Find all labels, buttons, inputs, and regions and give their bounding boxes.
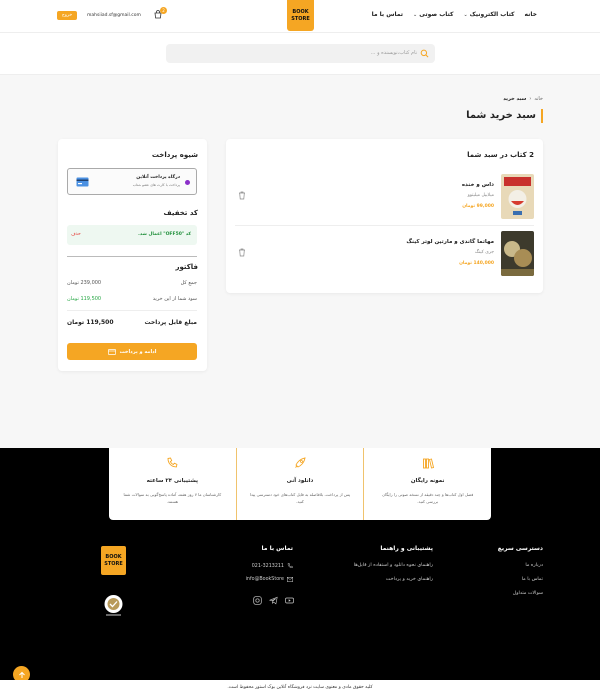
feature-desc: کارشناسان ما ۷ روز هفته، آماده پاسخ‌گویی… bbox=[123, 492, 222, 504]
nav-contact[interactable]: تماس با ما bbox=[372, 11, 403, 18]
mail-icon bbox=[287, 577, 293, 582]
chevron-down-icon: ⌄ bbox=[413, 11, 418, 18]
radio-selected[interactable] bbox=[185, 180, 190, 185]
youtube-icon[interactable] bbox=[285, 596, 294, 605]
search-icon[interactable] bbox=[420, 49, 429, 58]
item-title[interactable]: مهاتما گاندی و مارتین لوتر کینگ bbox=[406, 239, 494, 245]
copyright-bar: کلیه حقوق مادی و معنوی سایت نزد فروشگاه … bbox=[0, 680, 600, 698]
phone-icon bbox=[167, 457, 178, 468]
divider bbox=[67, 310, 197, 311]
saving-label: سود شما از این خرید bbox=[152, 296, 197, 302]
features-panel: نمونه رایگان فصل اول کتاب‌ها و چند دقیقه… bbox=[109, 448, 491, 520]
cart-item: مهاتما گاندی و مارتین لوتر کینگ جری کینگ… bbox=[235, 231, 534, 279]
copyright-text: کلیه حقوق مادی و معنوی سایت نزد فروشگاه … bbox=[227, 685, 373, 690]
search-input[interactable]: نام کتاب،نویسنده و ... bbox=[166, 44, 435, 63]
discount-remove-link[interactable]: حذف bbox=[71, 232, 81, 237]
phone-icon bbox=[287, 563, 293, 569]
credit-card-icon bbox=[76, 177, 89, 187]
feature-desc: فصل اول کتاب‌ها و چند دقیقه از نسخه صوتی… bbox=[382, 492, 474, 504]
subtotal-label: جمع کل bbox=[180, 280, 197, 286]
book-cover-image[interactable] bbox=[501, 231, 534, 276]
payable-value: 119,500 تومان bbox=[67, 319, 114, 326]
payment-card: شیوه پرداخت درگاه پرداخت آنلاین پرداخت ب… bbox=[58, 139, 207, 371]
feature-title: دانلود آنی bbox=[286, 478, 314, 484]
divider bbox=[235, 225, 534, 226]
trust-seal-icon[interactable] bbox=[101, 593, 126, 618]
arrow-up-icon bbox=[18, 671, 25, 678]
feature-support: پشتیبانی ۲۴ ساعته کارشناسان ما ۷ روز هفت… bbox=[109, 448, 236, 520]
discount-applied-text: کد "OFF50" اعمال شد. bbox=[138, 232, 191, 237]
feature-title: پشتیبانی ۲۴ ساعته bbox=[146, 478, 199, 484]
site-footer: نمونه رایگان فصل اول کتاب‌ها و چند دقیقه… bbox=[0, 448, 600, 680]
footer-email: info@BookStore bbox=[246, 577, 293, 582]
rocket-icon bbox=[295, 457, 306, 468]
discount-title: کد تخفیف bbox=[163, 209, 198, 217]
invoice-title: فاکتور bbox=[175, 263, 198, 271]
social-links bbox=[253, 596, 294, 605]
site-header: خانه کتاب الکترونیک ⌄ کتاب صوتی ⌄ تماس با … bbox=[0, 0, 600, 33]
subtotal-value: 239,000 تومان bbox=[67, 280, 102, 286]
payment-title: شیوه پرداخت bbox=[151, 151, 198, 159]
footer-logo[interactable]: BOOK STORE bbox=[101, 546, 126, 575]
breadcrumb: خانه ‹ سبد خرید bbox=[503, 96, 543, 102]
breadcrumb-home[interactable]: خانه bbox=[534, 96, 543, 102]
footer-link-contact[interactable]: تماس با ما bbox=[522, 577, 543, 582]
saving-value: 119,500 تومان bbox=[67, 296, 102, 302]
footer-link-purchase-guide[interactable]: راهنمای خرید و پرداخت bbox=[386, 577, 433, 582]
gateway-subtitle: پرداخت با کارت های عضو شتاب bbox=[132, 183, 180, 187]
breadcrumb-current: سبد خرید bbox=[503, 96, 527, 102]
main-nav: خانه کتاب الکترونیک ⌄ کتاب صوتی ⌄ تماس با … bbox=[372, 11, 537, 18]
nav-home[interactable]: خانه bbox=[525, 11, 537, 18]
checkout-label: ادامه و پرداخت bbox=[119, 348, 157, 355]
item-author: میلاییل میلیتوو bbox=[467, 193, 494, 198]
logout-button[interactable]: خروج bbox=[57, 11, 77, 20]
feature-free-sample: نمونه رایگان فصل اول کتاب‌ها و چند دقیقه… bbox=[363, 448, 491, 520]
feature-desc: پس از پرداخت، بلافاصله به فایل کتاب‌های … bbox=[249, 492, 351, 504]
payable-label: مبلغ قابل پرداخت bbox=[144, 319, 197, 326]
cart-count-badge: 2 bbox=[160, 7, 167, 14]
divider bbox=[67, 256, 197, 257]
telegram-icon[interactable] bbox=[269, 596, 278, 605]
books-icon bbox=[422, 458, 434, 469]
feature-instant-download: دانلود آنی پس از پرداخت، بلافاصله به فای… bbox=[235, 448, 364, 520]
book-cover-image[interactable] bbox=[501, 174, 534, 219]
item-title[interactable]: داس و خنده bbox=[462, 182, 494, 188]
subtotal-row: جمع کل 239,000 تومان bbox=[67, 280, 197, 286]
search-placeholder: نام کتاب،نویسنده و ... bbox=[370, 50, 417, 56]
saving-row: سود شما از این خرید 119,500 تومان bbox=[67, 296, 197, 302]
cart-heading: 2 کتاب در سبد شما bbox=[467, 151, 534, 159]
gateway-title: درگاه پرداخت آنلاین bbox=[136, 175, 180, 180]
footer-link-faq[interactable]: سوالات متداول bbox=[513, 591, 543, 596]
nav-ebooks[interactable]: کتاب الکترونیک ⌄ bbox=[463, 11, 514, 18]
wallet-icon bbox=[107, 348, 116, 355]
payment-gateway-option[interactable]: درگاه پرداخت آنلاین پرداخت با کارت های ع… bbox=[67, 168, 197, 195]
footer-link-about[interactable]: درباره ما bbox=[525, 563, 543, 568]
cart-item: داس و خنده میلاییل میلیتوو 99,000 تومان bbox=[235, 174, 534, 222]
quick-access-title: دسترسی سریع bbox=[497, 545, 543, 552]
support-title: پشتیبانی و راهنما bbox=[380, 545, 433, 552]
item-author: جری کینگ bbox=[474, 250, 494, 255]
payable-row: مبلغ قابل پرداخت 119,500 تومان bbox=[67, 319, 197, 326]
search-strip: نام کتاب،نویسنده و ... bbox=[0, 33, 600, 75]
instagram-icon[interactable] bbox=[253, 596, 262, 605]
item-price: 99,000 تومان bbox=[462, 204, 494, 209]
contact-title: تماس با ما bbox=[261, 545, 293, 552]
checkout-button[interactable]: ادامه و پرداخت bbox=[67, 343, 197, 360]
feature-title: نمونه رایگان bbox=[410, 478, 445, 484]
trash-icon[interactable] bbox=[238, 248, 246, 257]
chevron-down-icon: ⌄ bbox=[463, 11, 468, 18]
nav-audiobooks[interactable]: کتاب صوتی ⌄ bbox=[413, 11, 453, 18]
footer-link-download-guide[interactable]: راهنمای نحوه دانلود و استفاده از فایل‌ها bbox=[354, 563, 433, 568]
site-logo[interactable]: BOOK STORE bbox=[287, 0, 314, 31]
cart-card: 2 کتاب در سبد شما داس و خنده میلاییل میل… bbox=[226, 139, 543, 293]
page-title: سبد خرید شما bbox=[466, 109, 543, 123]
footer-phone: 021-3213211 bbox=[252, 563, 293, 569]
chevron-left-icon: ‹ bbox=[529, 96, 532, 102]
discount-applied-box: کد "OFF50" اعمال شد. حذف bbox=[67, 225, 197, 245]
trash-icon[interactable] bbox=[238, 191, 246, 200]
item-price: 140,000 تومان bbox=[459, 261, 494, 266]
user-email: mahsiiad.sf@gmail.com bbox=[87, 13, 141, 18]
